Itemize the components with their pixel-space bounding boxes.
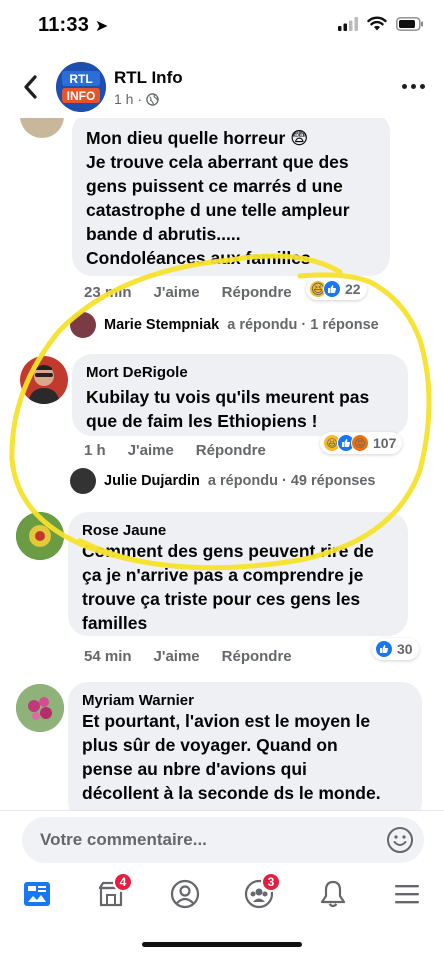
comment-actions: 54 min J'aime Répondre (84, 648, 292, 665)
angry-reaction-icon: 😡 (351, 434, 369, 452)
page-name[interactable]: RTL Info (114, 68, 183, 88)
replies-summary[interactable]: Julie Dujardin a répondu · 49 réponses (70, 468, 376, 494)
replies-summary[interactable]: Marie Stempniak a répondu · 1 réponse (70, 312, 379, 338)
avatar (70, 312, 96, 338)
comment-composer: Votre commentaire... (0, 810, 444, 866)
comment-text-line: catastrophe d une telle ampleur (86, 200, 350, 220)
notifications-bell-icon (320, 880, 346, 908)
home-indicator[interactable] (142, 942, 302, 947)
notification-badge: 4 (113, 872, 133, 892)
reply-author: Julie Dujardin (104, 473, 200, 489)
nav-marketplace[interactable]: 4 (91, 872, 133, 914)
profile-icon (170, 879, 200, 909)
bottom-navigation: 4 3 (0, 866, 444, 922)
avatar[interactable] (16, 512, 64, 560)
reply-author: Marie Stempniak (104, 317, 220, 333)
comment-actions: 23 min J'aime Répondre (84, 284, 292, 301)
back-arrow-icon[interactable] (18, 72, 44, 102)
comment-text-line: décollent à la seconde ds le monde. (82, 783, 381, 803)
menu-icon (395, 885, 419, 904)
nav-profile[interactable] (165, 874, 205, 914)
comment-text: Kubilay tu vois qu'ils meurent pas que d… (86, 385, 394, 433)
reaction-summary[interactable]: 😆 22 (306, 278, 367, 300)
nav-notifications[interactable] (313, 874, 353, 914)
tagged-user-link[interactable]: Kubilay (86, 387, 149, 407)
comment-author[interactable]: Rose Jaune (82, 522, 394, 539)
globe-icon (146, 92, 159, 106)
reaction-summary[interactable]: 😆 😡 107 (320, 432, 403, 454)
avatar[interactable] (20, 118, 64, 138)
comment-text-line: pense au nbre d'avions qui (82, 759, 307, 779)
comment-actions: 1 h J'aime Répondre (84, 442, 266, 459)
comment-bubble: Rose Jaune Comment des gens peuvent rire… (68, 512, 408, 636)
reply-button[interactable]: Répondre (222, 648, 292, 665)
reply-button[interactable]: Répondre (222, 284, 292, 301)
comment-text-line: Comment des gens peuvent rire de (82, 541, 374, 561)
cellular-signal-icon (338, 16, 358, 31)
wifi-icon (367, 16, 387, 31)
comment-text-line: Et pourtant, l'avion est le moyen le (82, 711, 371, 731)
battery-icon (396, 16, 423, 31)
nav-groups[interactable]: 3 (239, 872, 281, 914)
nav-news-feed[interactable] (17, 874, 57, 914)
comment-input[interactable]: Votre commentaire... (22, 817, 424, 863)
more-options-icon[interactable] (402, 76, 428, 96)
notification-badge: 3 (261, 872, 281, 892)
comment-text-line: gens puissent ce marrés d une (86, 176, 343, 196)
reply-count-text: a répondu · 1 réponse (227, 317, 379, 333)
like-button[interactable]: J'aime (154, 284, 200, 301)
status-bar: 11:33 ➤ (0, 0, 444, 50)
reaction-summary[interactable]: 30 (372, 638, 419, 660)
comment-bubble: Mort DeRigole Kubilay tu vois qu'ils meu… (72, 354, 408, 436)
post-meta: 1 h · (114, 91, 159, 107)
post-header: RTL INFO RTL Info 1 h · (0, 56, 444, 118)
svg-text:RTL: RTL (69, 72, 92, 86)
post-time: 1 h (114, 91, 134, 107)
comment-author[interactable]: Mort DeRigole (86, 364, 394, 381)
comment-text-line: familles (82, 613, 148, 633)
comment-input-placeholder: Votre commentaire... (40, 830, 207, 849)
like-button[interactable]: J'aime (128, 442, 174, 459)
comment-text-line: Mon dieu quelle horreur 😨 (86, 128, 309, 148)
comment-time: 1 h (84, 442, 106, 459)
reply-button[interactable]: Répondre (196, 442, 266, 459)
comment-author[interactable]: Myriam Warnier (82, 692, 408, 709)
news-feed-icon (24, 882, 50, 906)
comment-text-line: ça je n'arrive pas a comprendre je (82, 565, 364, 585)
reaction-count: 107 (373, 435, 397, 451)
comment-bubble: Mon dieu quelle horreur 😨 Je trouve cela… (72, 118, 390, 276)
like-reaction-icon (375, 640, 393, 658)
rtl-info-logo-icon: RTL INFO (56, 62, 106, 112)
reaction-count: 22 (345, 281, 361, 297)
nav-menu[interactable] (387, 874, 427, 914)
reply-count-text: a répondu · 49 réponses (207, 473, 376, 489)
avatar (70, 468, 96, 494)
comment-text-line: Je trouve cela aberrant que des (86, 152, 349, 172)
comment-time: 54 min (84, 648, 132, 665)
avatar[interactable] (20, 356, 68, 404)
avatar[interactable] (16, 684, 64, 732)
emoji-icon[interactable] (386, 826, 414, 854)
status-time: 11:33 ➤ (38, 14, 109, 36)
comment-text-line: trouve ça triste pour ces gens les (82, 589, 361, 609)
comment-text-line: bande d abrutis..... (86, 224, 241, 244)
comment-bubble: Myriam Warnier Et pourtant, l'avion est … (68, 682, 422, 810)
reaction-count: 30 (397, 641, 413, 657)
comment-text-line: Condoléances aux familles (86, 248, 311, 268)
like-reaction-icon (323, 280, 341, 298)
comment-time: 23 min (84, 284, 132, 301)
page-logo[interactable]: RTL INFO (56, 62, 106, 112)
like-button[interactable]: J'aime (154, 648, 200, 665)
status-icons (338, 16, 424, 31)
svg-text:INFO: INFO (67, 89, 96, 103)
comment-text-line: plus sûr de voyager. Quand on (82, 735, 338, 755)
comments-list: Mon dieu quelle horreur 😨 Je trouve cela… (0, 118, 444, 810)
